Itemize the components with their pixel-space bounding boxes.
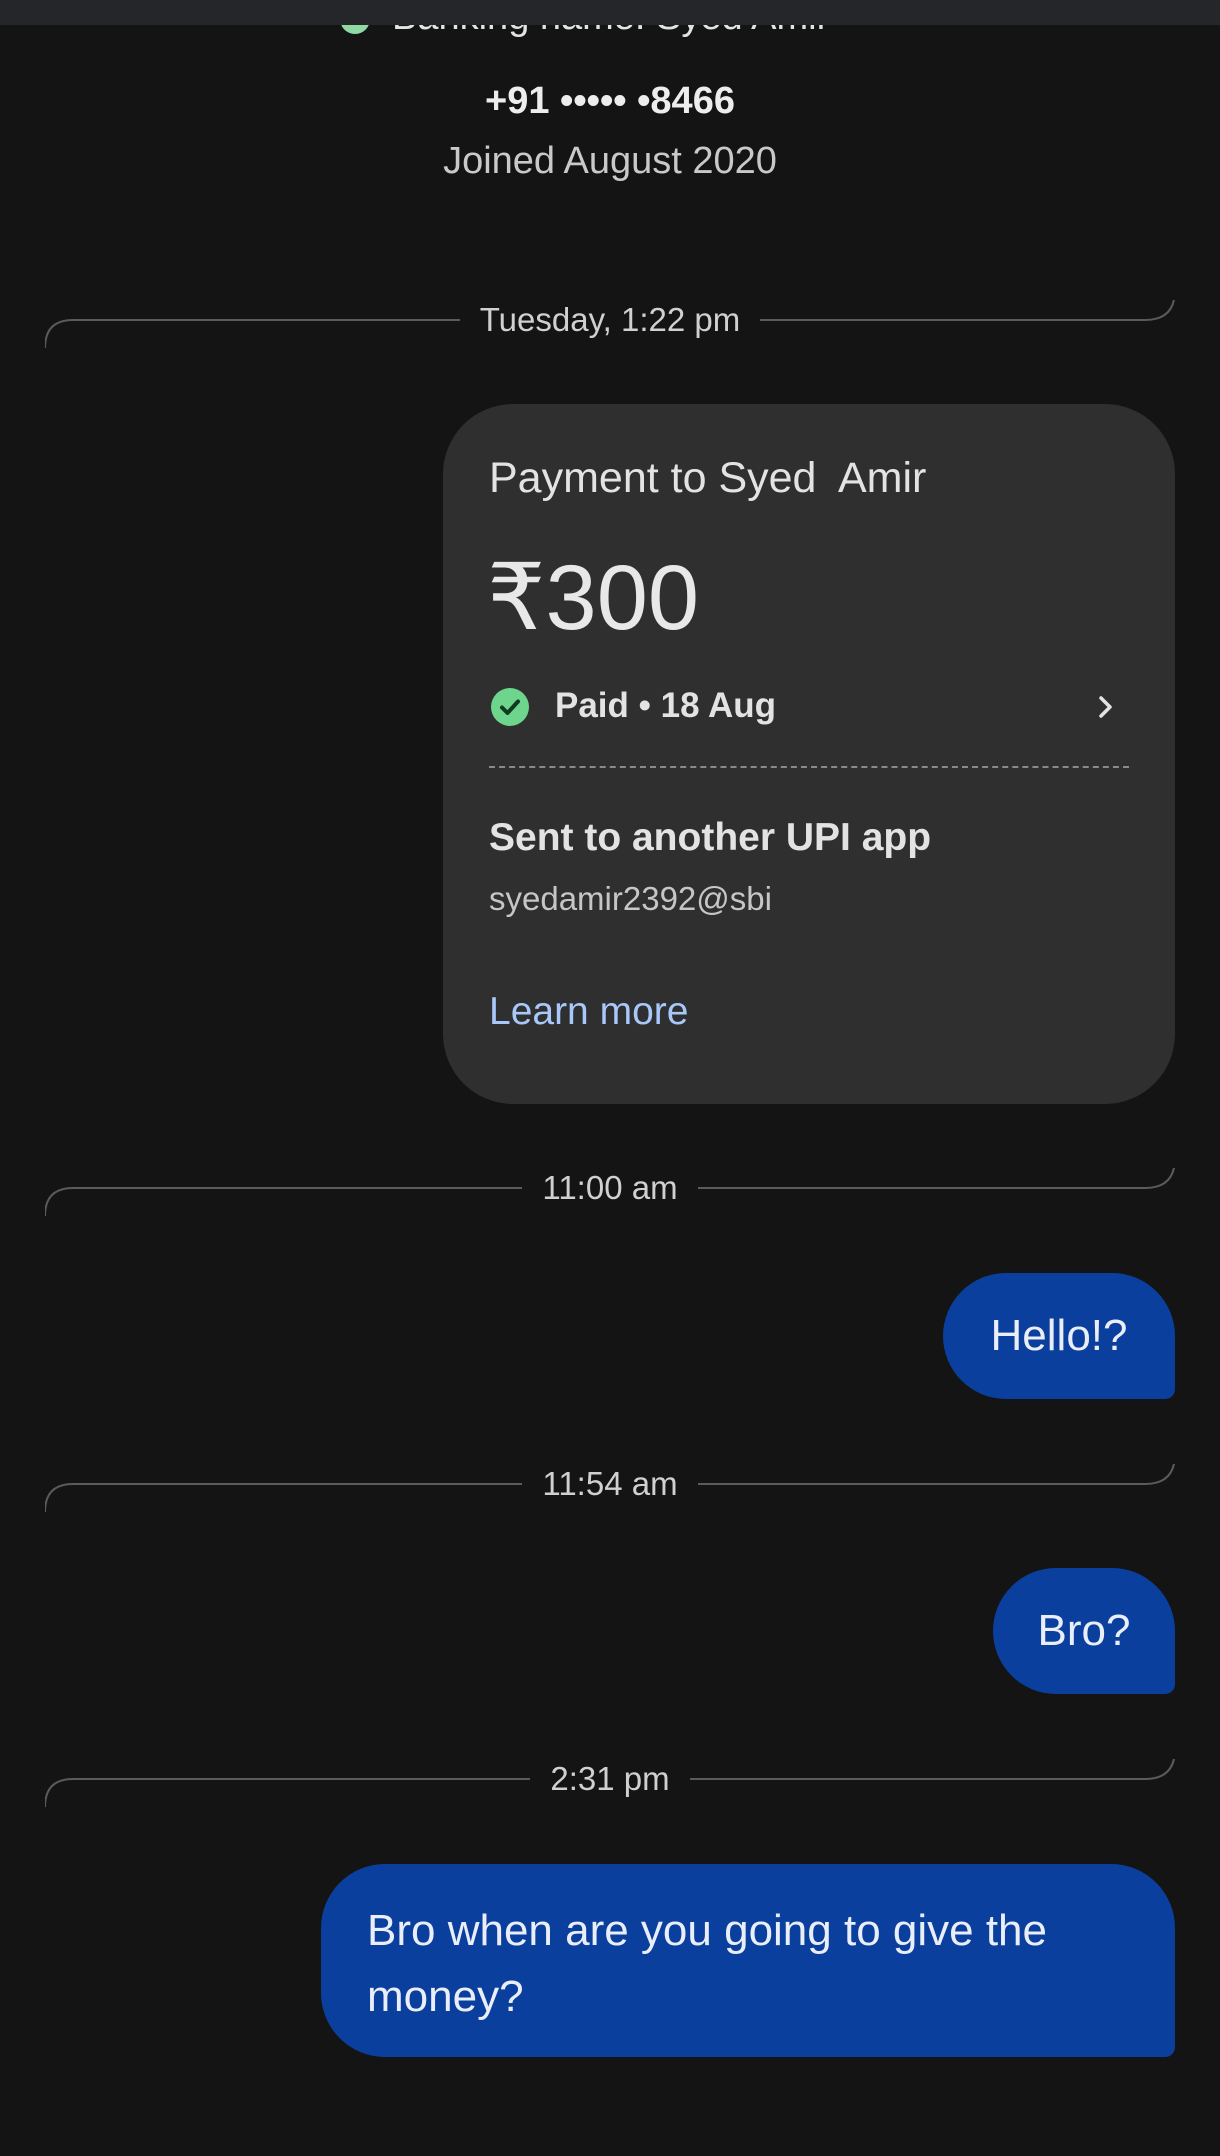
message-bubble[interactable]: Bro when are you going to give the money… — [321, 1864, 1175, 2057]
date-divider: Tuesday, 1:22 pm — [45, 300, 1175, 360]
chevron-right-icon[interactable] — [1091, 692, 1121, 722]
joined-date: Joined August 2020 — [443, 140, 777, 182]
message-bubble[interactable]: Bro? — [993, 1568, 1175, 1694]
divider-label: 2:31 pm — [530, 1760, 690, 1797]
payment-status: Paid • 18 Aug — [555, 686, 777, 725]
date-divider: 2:31 pm — [45, 1759, 1175, 1819]
divider-label: 11:54 am — [522, 1465, 698, 1502]
payment-amount: ₹300 — [487, 547, 700, 649]
date-divider: 11:00 am — [45, 1168, 1175, 1228]
sent-via-title: Sent to another UPI app — [489, 816, 932, 859]
date-divider: 11:54 am — [45, 1464, 1175, 1524]
contact-phone: +91 ••••• •8466 — [485, 80, 735, 122]
message-bubble[interactable]: Hello!? — [943, 1273, 1175, 1399]
divider-label: 11:00 am — [522, 1169, 698, 1206]
divider-label: Tuesday, 1:22 pm — [459, 301, 761, 338]
learn-more-link[interactable]: Learn more — [489, 990, 688, 1034]
upi-id: syedamir2392@sbi — [489, 880, 772, 917]
payment-title: Payment to Syed Amir — [489, 454, 927, 502]
payment-card[interactable]: Payment to Syed Amir ₹300 Paid • 18 Aug … — [443, 404, 1175, 1104]
check-circle-icon — [491, 688, 529, 726]
status-bar-strip — [0, 0, 1220, 25]
card-divider — [489, 766, 1129, 768]
